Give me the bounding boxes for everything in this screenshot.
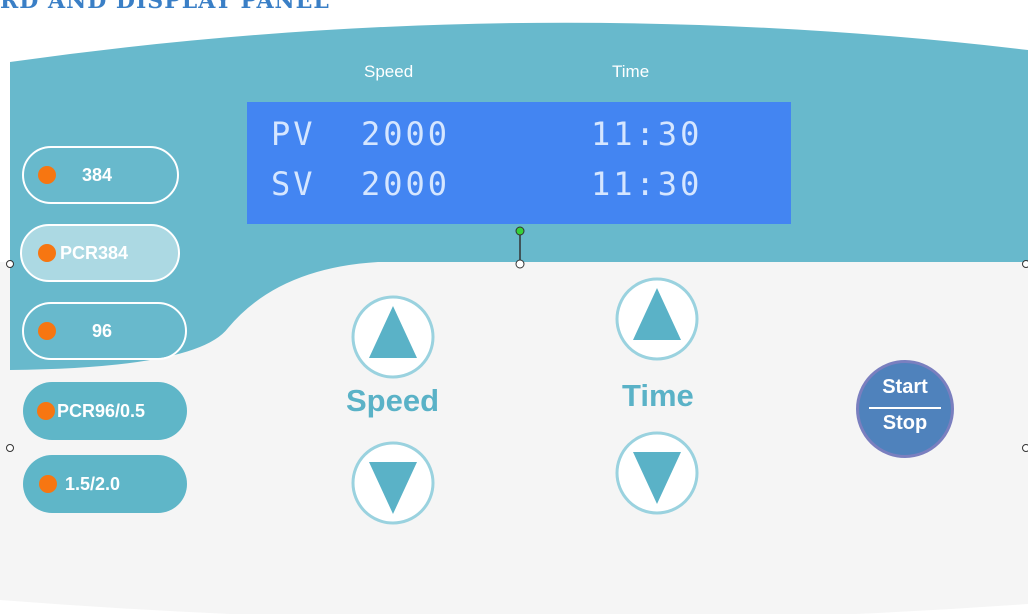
mode-button-384[interactable]: 384 — [22, 146, 179, 204]
mode-label: 384 — [82, 164, 113, 185]
resize-handle-left[interactable] — [6, 260, 14, 268]
mode-label: 96 — [92, 320, 113, 341]
lcd-pv-label: PV — [271, 115, 316, 153]
indicator-dot — [38, 244, 56, 262]
lcd-time-header: Time — [612, 62, 650, 81]
resize-handle-right-lower[interactable] — [1022, 444, 1028, 452]
speed-up-button[interactable] — [350, 294, 436, 380]
mode-label: PCR384 — [60, 242, 129, 263]
speed-control-label: Speed — [346, 383, 440, 418]
indicator-dot — [37, 402, 55, 420]
lcd-pv-speed: 2000 — [361, 115, 451, 153]
start-stop-button[interactable]: Start Stop — [856, 360, 954, 458]
indicator-dot — [38, 322, 56, 340]
time-control-label: Time — [622, 378, 694, 413]
speed-down-button[interactable] — [350, 440, 436, 526]
resize-handle-left-lower[interactable] — [6, 444, 14, 452]
mode-button-pcr96[interactable]: PCR96/0.5 — [23, 382, 187, 440]
lcd-sv-label: SV — [271, 165, 316, 203]
lcd-pv-time: 11:30 — [591, 115, 703, 153]
start-label: Start — [882, 376, 928, 398]
time-up-button[interactable] — [614, 276, 700, 362]
mode-button-pcr384[interactable]: PCR384 — [20, 224, 180, 282]
resize-handle-right[interactable] — [1022, 260, 1028, 268]
start-stop-divider — [869, 407, 941, 409]
indicator-dot — [38, 166, 56, 184]
indicator-dot — [39, 475, 57, 493]
mode-button-96[interactable]: 96 — [22, 302, 187, 360]
stop-label: Stop — [882, 412, 928, 434]
lcd-sv-speed: 2000 — [361, 165, 451, 203]
mode-label: 1.5/2.0 — [65, 473, 121, 494]
lcd-sv-time: 11:30 — [591, 165, 703, 203]
lcd-speed-header: Speed — [364, 62, 414, 81]
time-down-button[interactable] — [614, 430, 700, 516]
rotation-handle[interactable] — [510, 224, 530, 270]
mode-label: PCR96/0.5 — [57, 400, 146, 421]
mode-button-1-5-2-0[interactable]: 1.5/2.0 — [23, 455, 187, 513]
lcd-display: PV 2000 11:30 SV 2000 11:30 — [247, 102, 791, 224]
